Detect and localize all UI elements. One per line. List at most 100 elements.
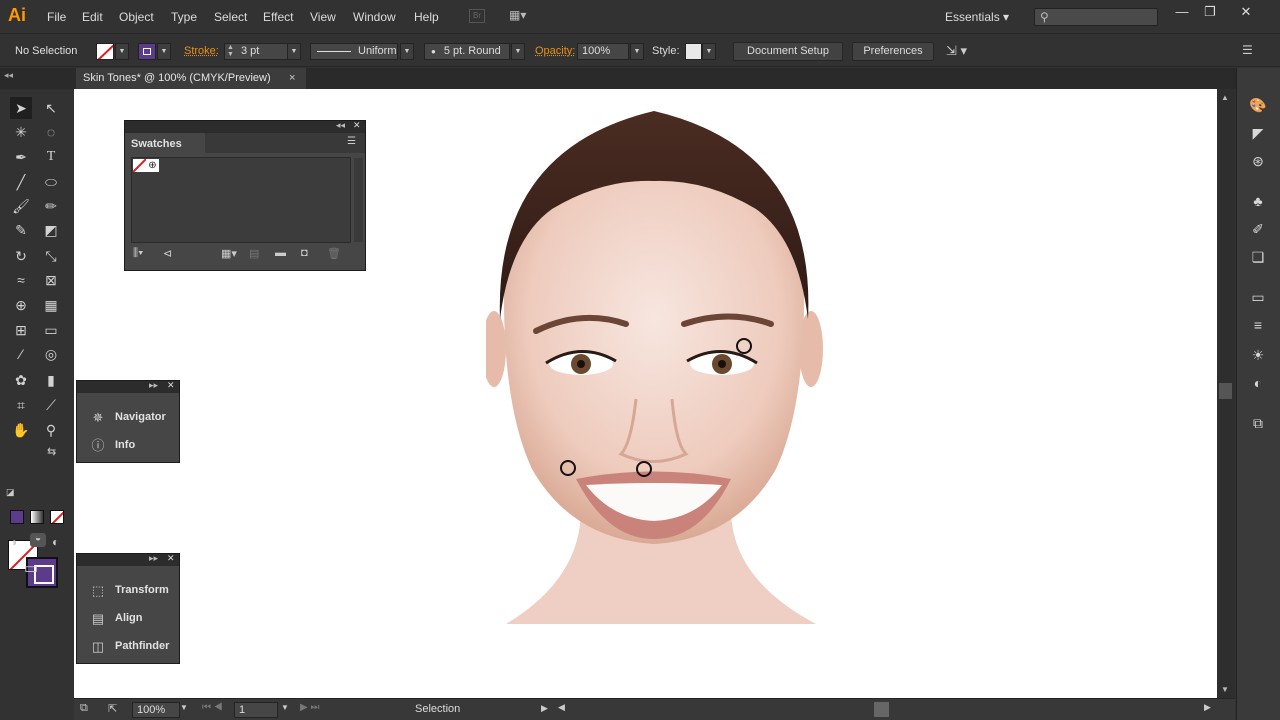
slice-tool-icon[interactable]: ⟋: [40, 394, 62, 416]
zoom-tool-icon[interactable]: ⚲: [40, 419, 62, 441]
symbols-icon[interactable]: ♣: [1247, 190, 1269, 212]
fill-color-swatch[interactable]: [96, 43, 114, 60]
column-graph-tool-icon[interactable]: ▮: [40, 369, 62, 391]
draw-behind-icon[interactable]: ◒: [30, 533, 46, 547]
status-menu-icon[interactable]: ▶: [541, 703, 548, 714]
color-mode-icon[interactable]: [10, 510, 24, 524]
opacity-dropdown-icon[interactable]: ▼: [630, 43, 644, 60]
panel-collapse-icon[interactable]: ◂◂: [336, 120, 345, 131]
scroll-down-icon[interactable]: ▼: [1221, 685, 1229, 694]
artboard-nav-icon[interactable]: ⧉: [80, 702, 88, 715]
zoom-dropdown-icon[interactable]: ▼: [180, 703, 188, 712]
symbol-sprayer-tool-icon[interactable]: ✿: [10, 369, 32, 391]
eraser-tool-icon[interactable]: ◩: [40, 219, 62, 241]
swap-fill-stroke-icon[interactable]: ⇆: [47, 445, 56, 458]
registration-swatch[interactable]: ⊕: [146, 159, 159, 172]
navigator-panel-item[interactable]: ✵ Navigator: [87, 405, 166, 429]
appearance-panel-icon[interactable]: ◐: [1247, 372, 1269, 394]
menu-select[interactable]: Select: [214, 10, 247, 24]
style-dropdown-icon[interactable]: ▼: [702, 43, 716, 60]
preferences-button[interactable]: Preferences: [852, 42, 934, 61]
menu-edit[interactable]: Edit: [82, 10, 103, 24]
menu-window[interactable]: Window: [353, 10, 396, 24]
artboard-tool-icon[interactable]: ⌗: [10, 394, 32, 416]
artboard-field[interactable]: 1: [234, 702, 278, 718]
arrange-icon[interactable]: ⇲ ▾: [946, 43, 967, 59]
document-tab-close-icon[interactable]: ×: [289, 68, 295, 89]
scroll-up-icon[interactable]: ▲: [1221, 93, 1229, 102]
panel-close-icon[interactable]: ✕: [167, 553, 175, 564]
collapse-toolbar-icon[interactable]: ◂◂: [4, 70, 13, 81]
align-panel-item[interactable]: ▤ Align: [87, 606, 143, 630]
document-setup-button[interactable]: Document Setup: [733, 42, 843, 61]
menu-effect[interactable]: Effect: [263, 10, 293, 24]
graphic-style-swatch[interactable]: [685, 43, 702, 60]
scale-tool-icon[interactable]: ⤡: [40, 245, 62, 267]
show-swatch-kinds-icon[interactable]: ▦▾: [221, 247, 237, 260]
new-swatch-icon[interactable]: ◘: [301, 247, 308, 259]
brush-dropdown-icon[interactable]: ▼: [511, 43, 525, 60]
pen-tool-icon[interactable]: ✒: [10, 146, 32, 168]
panel-expand-icon[interactable]: ▸▸: [149, 553, 158, 564]
scroll-left-icon[interactable]: ◀: [558, 702, 565, 713]
panel-menu-icon[interactable]: ☰: [1242, 43, 1253, 57]
gradient-mode-icon[interactable]: [30, 510, 44, 524]
share-icon[interactable]: ⇱: [108, 702, 117, 715]
eyedropper-tool-icon[interactable]: ⁄: [10, 343, 32, 365]
ellipse-tool-icon[interactable]: ⬭: [40, 171, 62, 193]
stroke-profile-dropdown-icon[interactable]: ▼: [400, 43, 414, 60]
new-color-group-icon[interactable]: ▬: [275, 247, 286, 259]
menu-help[interactable]: Help: [414, 10, 439, 24]
horizontal-scroll-thumb[interactable]: [874, 702, 889, 717]
appearance-icon[interactable]: ⊛: [1247, 150, 1269, 172]
free-transform-tool-icon[interactable]: ⊠: [40, 269, 62, 291]
magic-wand-tool-icon[interactable]: ✳: [10, 121, 32, 143]
close-button[interactable]: ✕: [1234, 4, 1258, 22]
search-input[interactable]: ⚲: [1034, 8, 1158, 26]
panel-titlebar[interactable]: ▸▸ ✕: [77, 553, 179, 566]
menu-object[interactable]: Object: [119, 10, 154, 24]
pencil-tool-icon[interactable]: ✏: [40, 195, 62, 217]
blob-brush-tool-icon[interactable]: ✎: [10, 219, 32, 241]
document-tab[interactable]: Skin Tones* @ 100% (CMYK/Preview): [76, 68, 306, 89]
panel-menu-icon[interactable]: ☰: [347, 136, 356, 147]
arrange-documents-icon[interactable]: ▦▾: [509, 8, 535, 24]
graphic-styles-icon[interactable]: ❏: [1247, 246, 1269, 268]
stroke-label[interactable]: Stroke:: [184, 45, 219, 57]
shape-builder-tool-icon[interactable]: ⊕: [10, 294, 32, 316]
gradient-tool-icon[interactable]: ▭: [40, 319, 62, 341]
panel-close-icon[interactable]: ✕: [353, 120, 361, 131]
transform-panel-item[interactable]: ⬚ Transform: [87, 578, 169, 602]
minimize-button[interactable]: —: [1170, 4, 1194, 22]
panel-titlebar[interactable]: ▸▸ ✕: [77, 380, 179, 393]
perspective-grid-tool-icon[interactable]: ▦: [40, 294, 62, 316]
brush-definition-field[interactable]: ● 5 pt. Round: [424, 43, 510, 60]
draw-inside-icon[interactable]: ◐: [52, 535, 59, 549]
lasso-tool-icon[interactable]: ◌: [40, 121, 62, 143]
line-tool-icon[interactable]: ╱: [10, 171, 32, 193]
type-tool-icon[interactable]: T: [40, 146, 62, 168]
stroke-color-swatch[interactable]: [138, 43, 156, 60]
rotate-tool-icon[interactable]: ↻: [10, 245, 32, 267]
scroll-right-icon[interactable]: ▶: [1204, 702, 1211, 713]
menu-type[interactable]: Type: [171, 10, 197, 24]
swatches-tab[interactable]: Swatches: [125, 133, 205, 153]
color-panel-icon[interactable]: 🎨: [1247, 94, 1269, 116]
color-guide-icon[interactable]: ◤: [1247, 122, 1269, 144]
scroll-thumb[interactable]: [1219, 383, 1232, 399]
stepper-icon[interactable]: ▲ ▼: [227, 44, 234, 58]
none-swatch[interactable]: [133, 159, 146, 172]
brushes-icon[interactable]: ✐: [1247, 218, 1269, 240]
opacity-field[interactable]: 100%: [577, 43, 629, 60]
none-mode-icon[interactable]: [50, 510, 64, 524]
width-tool-icon[interactable]: ≈: [10, 269, 32, 291]
transparency-icon[interactable]: ☀: [1247, 344, 1269, 366]
stroke-weight-dropdown-icon[interactable]: ▼: [287, 43, 301, 60]
mesh-tool-icon[interactable]: ⊞: [10, 319, 32, 341]
swatch-libraries-icon[interactable]: ⫼▾: [133, 247, 143, 260]
layers-icon[interactable]: ⧉: [1247, 412, 1269, 434]
hand-tool-icon[interactable]: ✋: [10, 419, 32, 441]
bridge-button[interactable]: Br: [469, 9, 485, 23]
blend-tool-icon[interactable]: ◎: [40, 343, 62, 365]
selection-tool-icon[interactable]: ➤: [10, 97, 32, 119]
